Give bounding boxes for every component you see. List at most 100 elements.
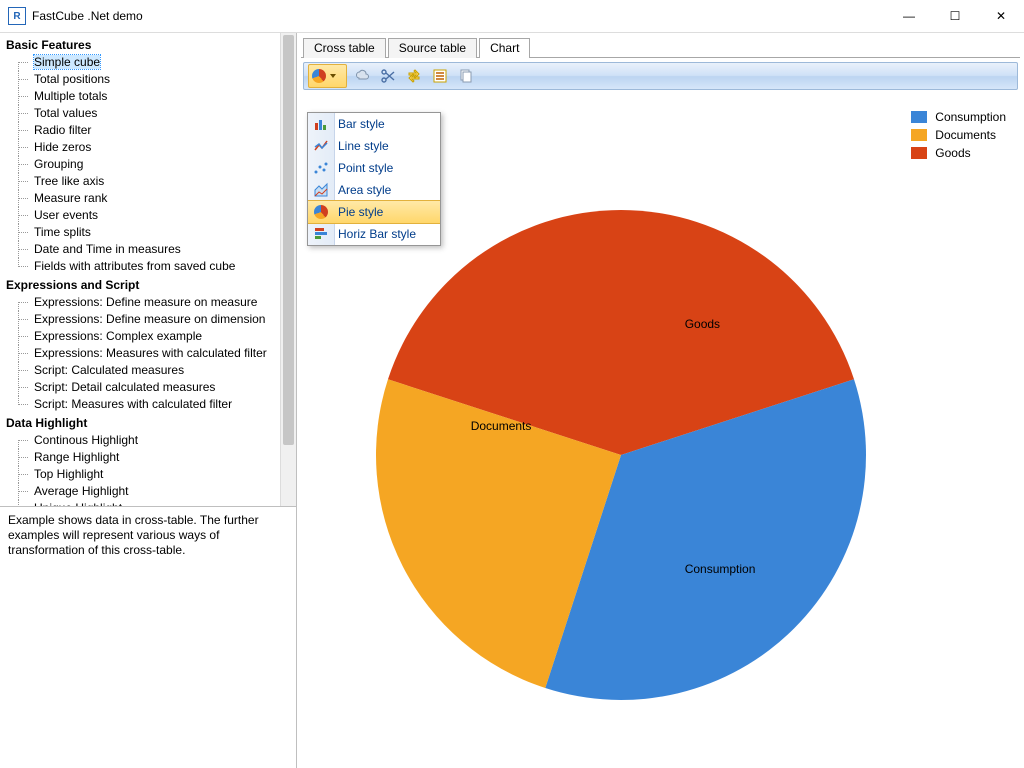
tree-section-header[interactable]: Basic Features [6,36,275,54]
maximize-button[interactable]: ☐ [932,0,978,32]
tree-item-label: Top Highlight [34,467,103,481]
tree-item[interactable]: Tree like axis [6,173,275,190]
example-description: Example shows data in cross-table. The f… [0,507,296,768]
tree-item-label: Script: Measures with calculated filter [34,397,232,411]
tree-item-label: Time splits [34,225,91,239]
menu-item-label: Point style [338,161,393,175]
tree-item-label: User events [34,208,98,222]
cloud-icon-button[interactable] [351,65,373,87]
tree-item-label: Continous Highlight [34,433,138,447]
tree-section-header[interactable]: Data Highlight [6,414,275,432]
tree-item[interactable]: User events [6,207,275,224]
tree-item-label: Tree like axis [34,174,104,188]
copy-icon-button[interactable] [455,65,477,87]
dropdown-caret-icon [330,74,336,78]
tree-item-label: Radio filter [34,123,91,137]
tree-item-label: Grouping [34,157,83,171]
tree-item-label: Measure rank [34,191,107,205]
menu-item-icon [312,225,330,243]
legend-item: Consumption [911,108,1006,126]
tree-item[interactable]: Script: Detail calculated measures [6,379,275,396]
tree-item[interactable]: Expressions: Define measure on dimension [6,311,275,328]
menu-item-label: Area style [338,183,391,197]
tree-item[interactable]: Time splits [6,224,275,241]
tree-item-label: Hide zeros [34,140,91,154]
tree-item-label: Multiple totals [34,89,107,103]
window-title: FastCube .Net demo [32,9,143,23]
minimize-button[interactable]: — [886,0,932,32]
tree-item[interactable]: Top Highlight [6,466,275,483]
menu-item-icon [312,181,330,199]
legend-label: Goods [935,146,970,160]
chart-style-dropdown-button[interactable] [308,64,347,88]
tree-item-label: Unique Highlight [34,501,122,506]
tree-item[interactable]: Average Highlight [6,483,275,500]
menu-item-icon [312,115,330,133]
tree-item-label: Simple cube [34,55,100,69]
tree-item-label: Fields with attributes from saved cube [34,259,235,273]
tab-cross-table[interactable]: Cross table [303,38,386,58]
legend-label: Consumption [935,110,1006,124]
menu-item-label: Bar style [338,117,385,131]
tab-chart[interactable]: Chart [479,38,530,58]
view-tabs: Cross tableSource tableChart [297,33,1024,57]
tree-section-header[interactable]: Expressions and Script [6,276,275,294]
tree-item[interactable]: Unique Highlight [6,500,275,506]
close-button[interactable]: ✕ [978,0,1024,32]
menu-item-icon [312,203,330,221]
list-icon-button[interactable] [429,65,451,87]
scissors-icon-button[interactable] [377,65,399,87]
tree-item[interactable]: Range Highlight [6,449,275,466]
tree-item[interactable]: Total values [6,105,275,122]
menu-item-line-style[interactable]: Line style [308,135,440,157]
sidebar: Basic FeaturesSimple cube Total positions… [0,33,297,768]
tree-item-label: Script: Calculated measures [34,363,184,377]
scrollbar-thumb[interactable] [283,35,294,445]
menu-item-label: Pie style [338,205,383,219]
legend-item: Documents [911,126,1006,144]
tree-item[interactable]: Expressions: Define measure on measure [6,294,275,311]
legend-swatch [911,111,927,123]
tree-item[interactable]: Multiple totals [6,88,275,105]
tree-item[interactable]: Grouping [6,156,275,173]
tree-item-label: Expressions: Define measure on dimension [34,312,265,326]
menu-item-pie-style[interactable]: Pie style [308,200,440,224]
chart-legend: Consumption Documents Goods [911,108,1006,162]
menu-item-icon [312,159,330,177]
menu-item-area-style[interactable]: Area style [308,179,440,201]
tree-item-label: Date and Time in measures [34,242,181,256]
legend-label: Documents [935,128,996,142]
tab-source-table[interactable]: Source table [388,38,477,58]
swap-icon-button[interactable] [403,65,425,87]
tree-item[interactable]: Measure rank [6,190,275,207]
tree-scrollbar[interactable] [280,33,296,506]
tree-item[interactable]: Simple cube [6,54,275,71]
menu-item-horiz-bar-style[interactable]: Horiz Bar style [308,223,440,245]
tree-item[interactable]: Expressions: Complex example [6,328,275,345]
tree-item-label: Expressions: Measures with calculated fi… [34,346,267,360]
menu-item-icon [312,137,330,155]
menu-item-bar-style[interactable]: Bar style [308,113,440,135]
tree-item[interactable]: Radio filter [6,122,275,139]
legend-item: Goods [911,144,1006,162]
tree-item[interactable]: Hide zeros [6,139,275,156]
menu-item-point-style[interactable]: Point style [308,157,440,179]
tree-item[interactable]: Expressions: Measures with calculated fi… [6,345,275,362]
tree-item-label: Total values [34,106,97,120]
chart-toolbar [303,62,1018,90]
tree-item[interactable]: Fields with attributes from saved cube [6,258,275,275]
legend-swatch [911,147,927,159]
tree-item[interactable]: Date and Time in measures [6,241,275,258]
tree-item-label: Average Highlight [34,484,129,498]
tree-item[interactable]: Continous Highlight [6,432,275,449]
tree-item[interactable]: Script: Calculated measures [6,362,275,379]
main-panel: Cross tableSource tableChart [297,33,1024,768]
legend-swatch [911,129,927,141]
tree-item-label: Range Highlight [34,450,119,464]
feature-tree[interactable]: Basic FeaturesSimple cube Total positions… [0,33,281,506]
tree-item[interactable]: Total positions [6,71,275,88]
tree-item[interactable]: Script: Measures with calculated filter [6,396,275,413]
tree-item-label: Total positions [34,72,110,86]
tree-item-label: Expressions: Complex example [34,329,202,343]
chart-style-menu[interactable]: Bar style Line style Point style Area style… [307,112,441,246]
